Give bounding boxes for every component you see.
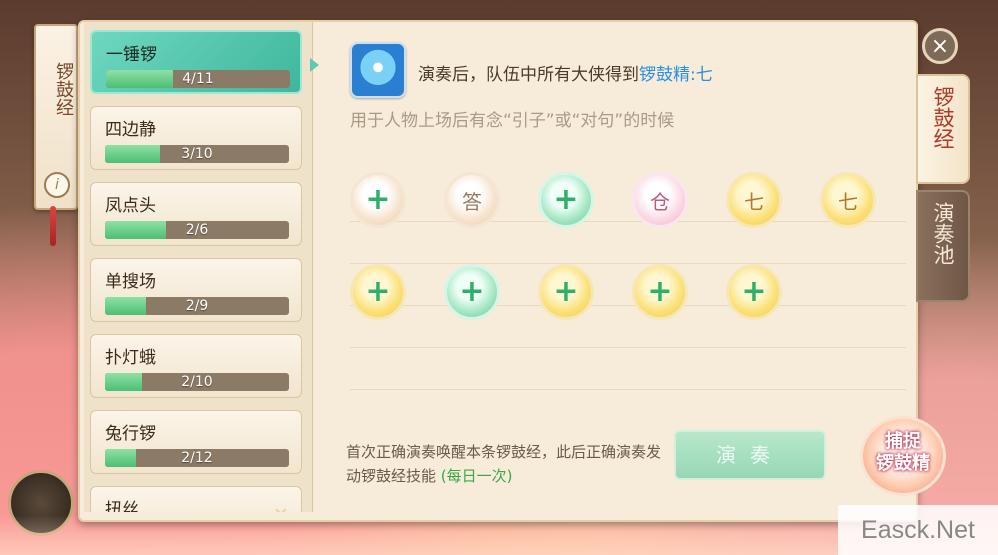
watermark: Easck.Net <box>838 505 998 555</box>
ruled-lines <box>350 180 906 418</box>
tassel-decoration <box>50 206 56 246</box>
skill-icon <box>350 42 406 98</box>
selected-arrow-icon <box>310 58 319 72</box>
note-slot[interactable]: 七 <box>820 172 876 228</box>
note-slot[interactable]: 答 <box>444 172 500 228</box>
note-symbol: 答 <box>462 189 482 214</box>
tab-yanzouchi[interactable]: 演奏池 <box>916 190 970 302</box>
list-item[interactable]: 扑灯蛾 2/10 <box>90 334 302 398</box>
note-symbol: 仓 <box>650 189 670 214</box>
plus-icon: + <box>553 274 579 309</box>
footer-text: 首次正确演奏唤醒本条锣鼓经，此后正确演奏发动锣鼓经技能 (每日一次) <box>346 440 666 488</box>
effect-text: 演奏后，队伍中所有大侠得到锣鼓精:七 <box>418 60 713 85</box>
progress-text: 2/10 <box>181 374 213 390</box>
list-item-name: 凤点头 <box>105 196 156 216</box>
scroll-tab-title: 锣鼓经 <box>53 62 74 116</box>
plus-icon: + <box>647 274 673 309</box>
tab-luogujing-label: 锣鼓经 <box>931 86 955 149</box>
progress-text: 3/10 <box>181 146 213 162</box>
list-item-name: 单搜场 <box>105 272 156 292</box>
list-item[interactable]: 一锤锣 4/11 <box>90 30 302 94</box>
progress-text: 2/12 <box>181 450 213 466</box>
list-item-name: 扑灯蛾 <box>105 348 156 368</box>
catch-luogujing-button[interactable]: 捕捉 锣鼓精 <box>860 416 946 496</box>
note-slot[interactable]: + <box>726 264 782 320</box>
info-icon[interactable]: i <box>44 172 70 198</box>
note-symbol: 七 <box>838 189 858 214</box>
list-item-name: 兔行锣 <box>105 424 156 444</box>
tab-yanzouchi-label: 演奏池 <box>931 202 955 265</box>
catch-line1: 捕捉 <box>885 431 921 452</box>
list-item-name: 扭丝 <box>105 500 139 512</box>
note-slot[interactable]: + <box>350 172 406 228</box>
progress-text: 2/6 <box>185 222 209 238</box>
progress-text: 4/11 <box>182 71 214 87</box>
play-button[interactable]: 演奏 <box>674 430 826 480</box>
plus-icon: + <box>741 274 767 309</box>
description-text: 用于人物上场后有念“引子”或“对句”的时候 <box>350 111 675 131</box>
list-item[interactable]: 单搜场 2/9 <box>90 258 302 322</box>
plus-icon: + <box>459 274 485 309</box>
list-item-name: 四边静 <box>105 120 156 140</box>
progress-bar: 4/11 <box>106 70 290 88</box>
close-button[interactable]: × <box>922 28 958 64</box>
progress-bar: 2/10 <box>105 373 289 391</box>
progress-bar: 2/6 <box>105 221 289 239</box>
note-symbol: 七 <box>744 189 764 214</box>
note-slot[interactable]: + <box>538 264 594 320</box>
plus-icon: + <box>365 182 391 217</box>
note-slot[interactable]: + <box>632 264 688 320</box>
list-item[interactable]: 凤点头 2/6 <box>90 182 302 246</box>
catch-line2: 锣鼓精 <box>876 453 930 474</box>
luogujing-scroll-tab[interactable]: 锣鼓经 i <box>34 24 78 210</box>
scroll-down-icon[interactable]: ⌄ <box>270 492 292 512</box>
list-item[interactable]: 兔行锣 2/12 <box>90 410 302 474</box>
note-slot[interactable]: 七 <box>726 172 782 228</box>
plus-icon: + <box>553 182 579 217</box>
list-item[interactable]: 四边静 3/10 <box>90 106 302 170</box>
progress-bar: 2/9 <box>105 297 289 315</box>
progress-text: 2/9 <box>185 298 209 314</box>
luogu-list[interactable]: 一锤锣 4/11 四边静 3/10 凤点头 2/6 单搜场 2/9 扑灯蛾 2/10 兔行锣 2/12… <box>84 22 313 512</box>
detail-pane: 演奏后，队伍中所有大侠得到锣鼓精:七 用于人物上场后有念“引子”或“对句”的时候… <box>336 30 906 500</box>
note-slot[interactable]: + <box>350 264 406 320</box>
plus-icon: + <box>365 274 391 309</box>
note-slot[interactable]: + <box>444 264 500 320</box>
list-item-name: 一锤锣 <box>106 45 157 65</box>
note-slot[interactable]: 仓 <box>632 172 688 228</box>
progress-bar: 3/10 <box>105 145 289 163</box>
note-slot[interactable]: + <box>538 172 594 228</box>
effect-highlight: 锣鼓精:七 <box>639 65 713 85</box>
footer-daily: (每日一次) <box>440 467 513 485</box>
effect-prefix: 演奏后，队伍中所有大侠得到 <box>418 65 639 85</box>
tab-luogujing[interactable]: 锣鼓经 <box>916 74 970 184</box>
progress-bar: 2/12 <box>105 449 289 467</box>
